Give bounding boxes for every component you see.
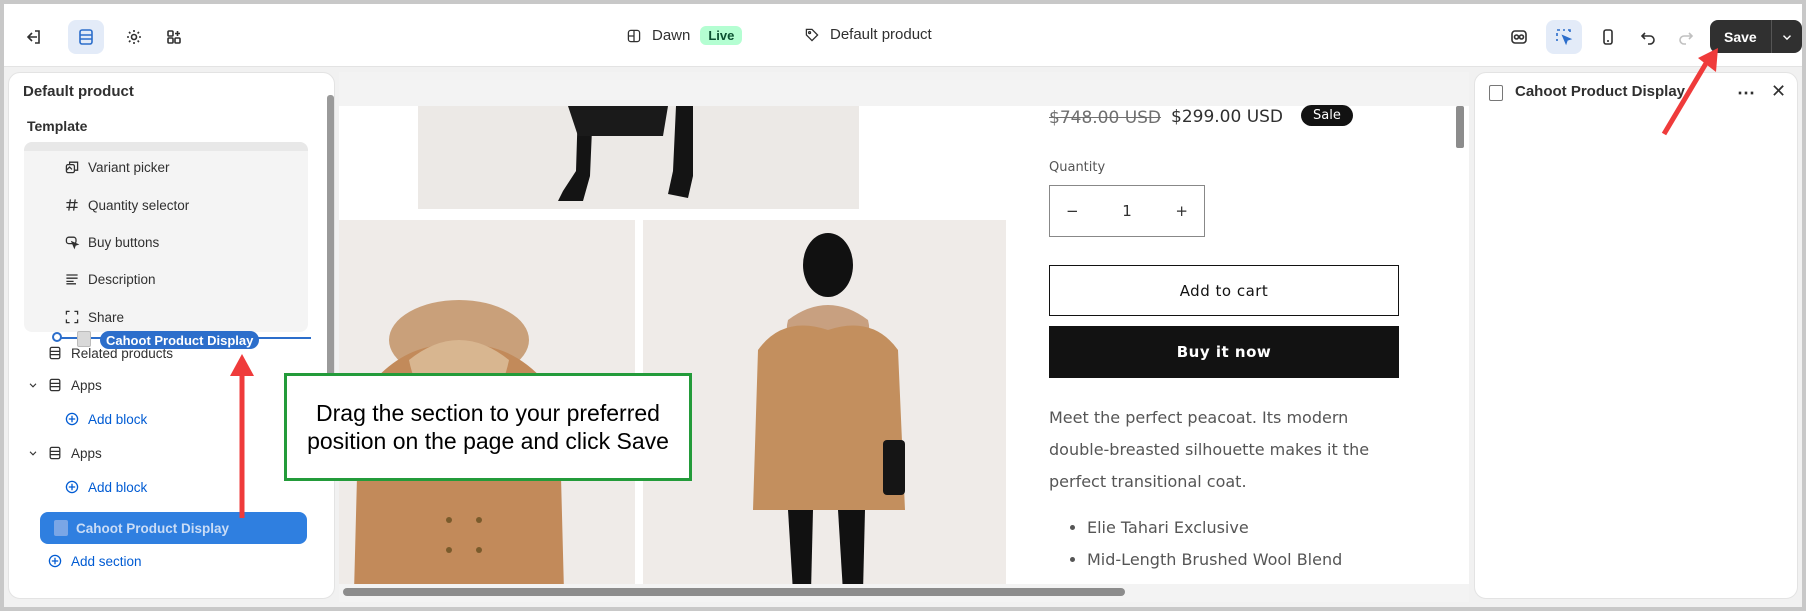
preview-vertical-scrollbar[interactable] [1456, 106, 1464, 148]
inspector-icon[interactable] [1501, 20, 1537, 54]
section-icon [1489, 85, 1503, 101]
section-icon [49, 346, 61, 360]
section-label: Apps [71, 445, 102, 461]
text-lines-icon [66, 274, 78, 285]
add-to-cart-button[interactable]: Add to cart [1049, 265, 1399, 316]
quantity-plus-button[interactable]: + [1175, 202, 1188, 220]
block-label: Share [88, 309, 125, 325]
plus-circle-icon [48, 554, 62, 568]
preview-horizontal-scrollbar[interactable] [343, 588, 1125, 596]
theme-settings-gear-icon[interactable] [116, 20, 152, 54]
block-description[interactable]: Description [64, 271, 156, 287]
share-frame-icon [65, 310, 79, 324]
block-buy-buttons[interactable]: Buy buttons [64, 234, 159, 250]
plus-circle-icon [65, 480, 79, 494]
hash-icon [66, 199, 78, 211]
drop-indicator-dot [52, 332, 62, 342]
product-description: Meet the perfect peacoat. Its modern dou… [1049, 408, 1370, 491]
instruction-callout: Drag the section to your preferred posit… [284, 373, 692, 481]
close-icon[interactable]: ✕ [1771, 81, 1786, 102]
template-name: Default product [830, 26, 932, 43]
variant-picker-icon [65, 161, 79, 174]
add-block-button[interactable]: Add block [64, 479, 147, 495]
up-arrow-annotation [230, 354, 254, 518]
section-apps-1[interactable]: Apps [27, 377, 102, 393]
template-selector[interactable]: Default product [804, 26, 932, 43]
more-options-icon[interactable]: ⋯ [1737, 83, 1755, 104]
theme-info[interactable]: Dawn Live [626, 26, 743, 45]
sale-price: $299.00 USD [1171, 107, 1284, 127]
quantity-minus-button[interactable]: − [1066, 202, 1079, 220]
section-icon [54, 520, 68, 536]
bullet-item: Mid-Length Brushed Wool Blend [1087, 544, 1342, 576]
block-label: Quantity selector [88, 197, 190, 213]
mobile-preview-icon[interactable] [1590, 20, 1626, 54]
block-share[interactable]: Share [64, 309, 124, 325]
add-block-label: Add block [88, 411, 148, 427]
bullet-item: Elie Tahari Exclusive [1087, 512, 1342, 544]
add-block-label: Add block [88, 479, 148, 495]
theme-icon [627, 29, 641, 42]
block-variant-picker[interactable]: Variant picker [64, 159, 170, 175]
section-label: Cahoot Product Display [76, 520, 230, 536]
section-settings-panel: Cahoot Product Display ⋯ ✕ [1474, 72, 1798, 599]
theme-name: Dawn [652, 27, 691, 44]
add-section-label: Add section [71, 553, 142, 569]
sidebar-scrollbar[interactable] [327, 95, 334, 391]
cursor-click-icon [65, 236, 80, 250]
section-icon [49, 446, 61, 460]
tag-icon [805, 28, 819, 42]
dragging-section-icon [77, 331, 91, 347]
select-element-icon[interactable] [1546, 20, 1582, 54]
chevron-down-icon[interactable] [27, 379, 39, 391]
callout-line-2: position on the page and click Save [307, 428, 669, 454]
save-menu-chevron-icon[interactable] [1772, 20, 1802, 53]
plus-circle-icon [65, 412, 79, 426]
exit-icon[interactable] [16, 20, 52, 54]
quantity-label: Quantity [1049, 160, 1106, 175]
save-pointer-arrow-annotation [1661, 48, 1718, 136]
quantity-stepper: − 1 + [1049, 185, 1205, 237]
block-label: Variant picker [88, 159, 170, 175]
sale-badge: Sale [1301, 105, 1353, 126]
sections-icon[interactable] [68, 20, 104, 54]
block-label: Description [88, 271, 156, 287]
sections-sidebar: Default product Template Variant picker … [8, 72, 335, 599]
chevron-down-icon[interactable] [27, 447, 39, 459]
section-apps-2[interactable]: Apps [27, 445, 102, 461]
section-label: Apps [71, 377, 102, 393]
top-bar: Dawn Live Default product Save [4, 4, 1802, 67]
compare-at-price: $748.00 USD [1049, 108, 1162, 128]
template-heading: Template [27, 118, 88, 134]
preview-header-strip [339, 72, 1469, 106]
block-label: Buy buttons [88, 234, 160, 250]
app-embeds-icon[interactable] [156, 20, 192, 54]
product-image-boots[interactable] [418, 106, 859, 209]
buy-now-button[interactable]: Buy it now [1049, 326, 1399, 378]
section-cahoot-product-display[interactable]: Cahoot Product Display [40, 512, 307, 544]
section-icon [49, 378, 61, 392]
preview-canvas: $748.00 USD $299.00 USD Sale Quantity − … [339, 72, 1469, 602]
sidebar-title: Default product [23, 83, 134, 100]
live-badge: Live [700, 26, 743, 45]
product-bullets: Elie Tahari Exclusive Mid-Length Brushed… [1069, 512, 1342, 576]
quantity-value[interactable]: 1 [1122, 202, 1132, 220]
product-image-coat-back[interactable] [643, 220, 1006, 592]
dragging-section-chip[interactable]: Cahoot Product Display [100, 331, 260, 349]
block-quantity-selector[interactable]: Quantity selector [64, 197, 189, 213]
callout-line-1: Drag the section to your preferred [316, 400, 660, 426]
add-section-button[interactable]: Add section [47, 553, 142, 569]
add-block-button[interactable]: Add block [64, 411, 147, 427]
